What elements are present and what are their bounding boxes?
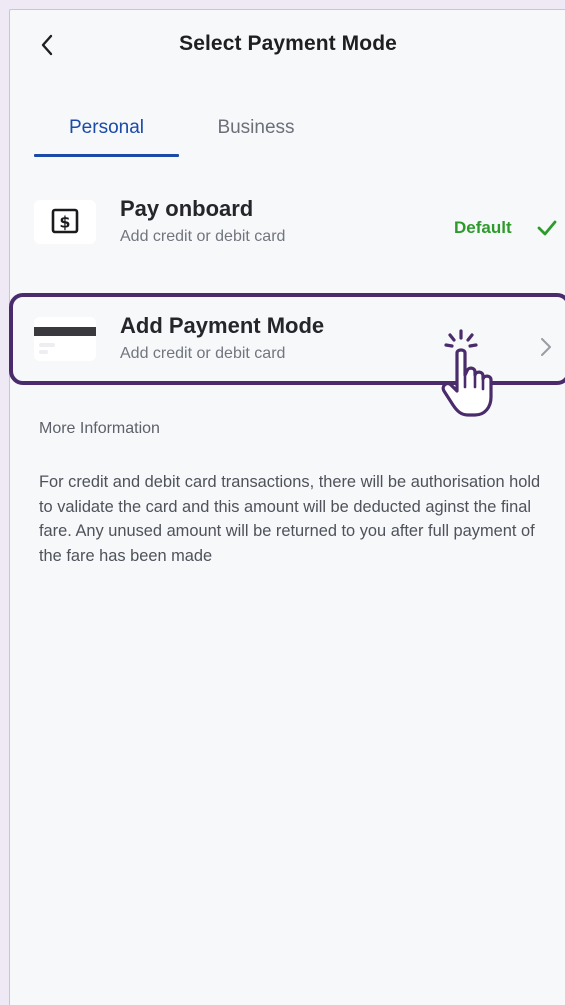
payment-option-subtitle: Add credit or debit card — [120, 345, 286, 362]
payment-option-subtitle: Add credit or debit card — [120, 228, 286, 245]
payment-mode-screen: Select Payment Mode Personal Business $ … — [9, 9, 565, 1005]
tab-personal[interactable]: Personal — [34, 114, 179, 160]
payment-option-title: Pay onboard — [120, 196, 254, 221]
payment-option-pay-onboard[interactable]: $ Pay onboard Add credit or debit card D… — [10, 188, 565, 268]
checkmark-icon — [537, 220, 557, 236]
svg-text:$: $ — [59, 213, 70, 232]
tab-active-indicator — [34, 154, 179, 157]
cash-dollar-icon: $ — [34, 200, 96, 244]
tab-business-label: Business — [217, 117, 295, 138]
header: Select Payment Mode — [10, 10, 565, 82]
tab-business[interactable]: Business — [204, 114, 308, 160]
more-information-heading: More Information — [39, 420, 160, 437]
page-title: Select Payment Mode — [179, 32, 397, 55]
tab-bar: Personal Business — [34, 114, 534, 162]
payment-option-title: Add Payment Mode — [120, 313, 325, 338]
default-badge: Default — [454, 218, 512, 237]
tab-personal-label: Personal — [69, 117, 144, 138]
chevron-right-icon — [541, 338, 551, 356]
more-information-body: For credit and debit card transactions, … — [39, 473, 541, 565]
tap-hand-icon — [441, 329, 493, 417]
credit-card-icon — [34, 317, 96, 361]
